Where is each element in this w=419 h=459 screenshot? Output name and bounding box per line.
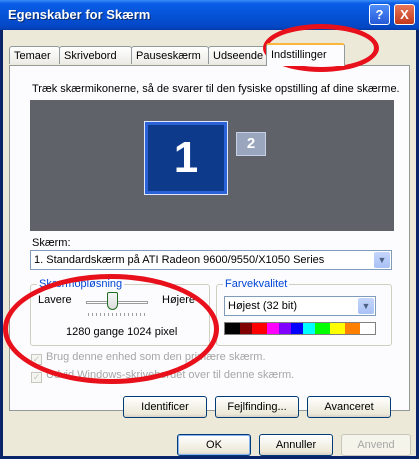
checkbox-check-icon: ✓: [31, 354, 42, 365]
monitor-1-icon[interactable]: 1: [145, 122, 227, 194]
primary-monitor-checkbox[interactable]: ✓ Brug denne enhed som den primære skærm.: [31, 351, 266, 365]
color-quality-group-title: Farvekvalitet: [223, 278, 290, 290]
color-quality-select[interactable]: Højest (32 bit) ▼: [224, 296, 376, 316]
display-properties-window: Egenskaber for Skærm ? X Temaer Skrivebo…: [0, 0, 419, 459]
resolution-slider-ticks: [88, 313, 146, 316]
chevron-down-icon[interactable]: ▼: [374, 252, 390, 268]
resolution-less-label: Lavere: [38, 294, 72, 306]
cancel-button[interactable]: Annuller: [259, 434, 333, 456]
tab-temaer[interactable]: Temaer: [9, 46, 60, 64]
checkbox-check-icon: ✓: [31, 372, 42, 383]
color-preview-strip: [224, 322, 376, 335]
screen-label: Skærm:: [32, 237, 71, 249]
instruction-text: Træk skærmikonerne, så de svarer til den…: [32, 83, 400, 95]
resolution-slider-thumb[interactable]: [107, 292, 118, 310]
close-button[interactable]: X: [394, 4, 415, 25]
troubleshoot-button[interactable]: Fejlfinding...: [215, 396, 299, 418]
tab-indstillinger[interactable]: Indstillinger: [266, 43, 345, 66]
tab-pauseskaerm[interactable]: Pauseskærm: [131, 46, 209, 64]
identify-button[interactable]: Identificer: [123, 396, 207, 418]
advanced-button[interactable]: Avanceret: [307, 396, 391, 418]
title-bar[interactable]: Egenskaber for Skærm ? X: [0, 0, 419, 30]
resolution-value: 1280 gange 1024 pixel: [66, 326, 178, 338]
resolution-group-title: Skærmopløsning: [37, 278, 125, 290]
help-button[interactable]: ?: [369, 4, 390, 25]
screen-select-value: 1. Standardskærm på ATI Radeon 9600/9550…: [34, 254, 325, 266]
resolution-more-label: Højere: [162, 294, 196, 306]
window-title: Egenskaber for Skærm: [8, 7, 151, 22]
tab-udseende[interactable]: Udseende: [208, 46, 268, 64]
apply-button[interactable]: Anvend: [341, 434, 411, 456]
primary-monitor-label: Brug denne enhed som den primære skærm.: [46, 351, 266, 363]
tab-skrivebord[interactable]: Skrivebord: [59, 46, 132, 64]
ok-button[interactable]: OK: [177, 434, 251, 456]
extend-desktop-checkbox[interactable]: ✓ Udvid Windows-skrivebordet over til den…: [31, 369, 294, 383]
monitor-2-number: 2: [246, 135, 256, 152]
monitor-2-icon[interactable]: 2: [236, 132, 266, 156]
extend-desktop-label: Udvid Windows-skrivebordet over til denn…: [46, 369, 295, 381]
chevron-down-icon[interactable]: ▼: [358, 298, 374, 314]
color-quality-value: Højest (32 bit): [228, 300, 298, 312]
monitor-1-number: 1: [173, 133, 199, 182]
screen-select[interactable]: 1. Standardskærm på ATI Radeon 9600/9550…: [30, 250, 392, 270]
